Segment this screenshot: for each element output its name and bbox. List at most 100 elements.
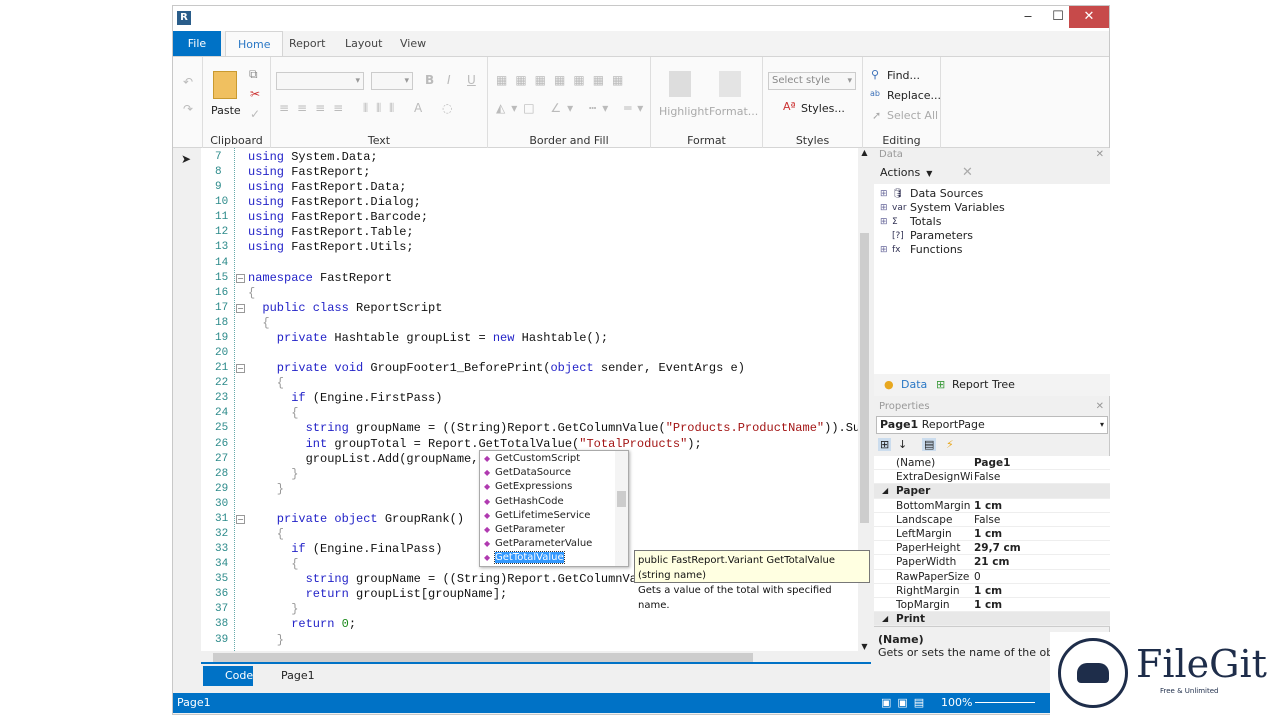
code-token: FastReport.Barcode; [284, 210, 429, 225]
format-painter-icon[interactable]: ✓ [250, 107, 260, 121]
data-tree-item[interactable]: [?] Parameters [874, 229, 1110, 243]
code-token: (Engine.FirstPass) [305, 391, 443, 406]
cut-icon[interactable]: ✂ [250, 87, 260, 101]
fold-toggle-icon[interactable]: − [236, 514, 245, 524]
undo-icon[interactable]: ↶ [183, 75, 193, 89]
fill-icons[interactable]: ◭▾□ ∠▾ ┅▾ ═▾ [496, 101, 649, 115]
property-row[interactable]: ExtraDesignWidthFalse [874, 470, 1110, 485]
data-tree-item[interactable]: ⊞ fx Functions [874, 243, 1110, 257]
bold-button[interactable]: B [425, 73, 434, 87]
data-tree-item[interactable]: ⊞ 🛢 Data Sources [874, 187, 1110, 201]
find-button[interactable]: Find... [887, 69, 920, 82]
line-number: 15 [215, 271, 229, 284]
events-icon[interactable]: ⚡ [946, 438, 954, 451]
autocomplete-item[interactable]: GetParameter [480, 523, 617, 537]
actions-dropdown[interactable]: Actions [880, 166, 920, 179]
line-number: 31 [215, 512, 229, 525]
styles-button[interactable]: Styles... [801, 102, 845, 115]
style-select[interactable]: Select style [768, 72, 856, 90]
property-row[interactable]: BottomMargin 1 cm [874, 499, 1110, 513]
italic-button[interactable]: I [447, 73, 451, 87]
expand-icon[interactable]: ⊞ [880, 215, 888, 229]
horizontal-scroll-thumb[interactable] [213, 653, 753, 662]
tab-report-tree[interactable]: Report Tree [952, 374, 1015, 396]
border-icons[interactable]: ▦▦▦▦▦▦▦ [496, 73, 631, 87]
property-row[interactable]: PaperHeight 29,7 cm [874, 541, 1110, 556]
object-selector[interactable]: Page1 ReportPage ▾ [876, 416, 1108, 434]
autocomplete-item[interactable]: GetParameterValue [480, 537, 617, 551]
code-token: { [248, 557, 299, 572]
tab-file[interactable]: File [173, 31, 221, 56]
paste-button[interactable]: Paste [211, 104, 241, 117]
tab-view[interactable]: View [388, 31, 438, 56]
tree-item-icon: fx [892, 245, 901, 255]
autocomplete-item[interactable]: GetCustomScript [480, 452, 617, 466]
signature-tooltip: public FastReport.Variant GetTotalValue … [634, 550, 870, 611]
zoom-slider[interactable] [975, 702, 1035, 703]
property-row[interactable]: RightMargin 1 cm [874, 584, 1110, 598]
property-category[interactable]: ◢ Print [874, 612, 1110, 626]
property-row[interactable]: RawPaperSize 0 [874, 570, 1110, 584]
replace-button[interactable]: Replace... [887, 89, 941, 102]
align-icons[interactable]: ≡≡≡≡ ⫴⫴⫴ A ◌ [279, 101, 460, 116]
tab-data[interactable]: Data [901, 374, 927, 396]
line-number: 38 [215, 618, 229, 631]
autocomplete-item[interactable]: GetLifetimeService [480, 509, 617, 523]
property-grid[interactable]: (Name)Page1ExtraDesignWidthFalse◢PaperBo… [874, 456, 1110, 626]
data-tree-item[interactable]: ⊞ Σ Totals [874, 215, 1110, 229]
right-panel: Data ✕ Actions ▼ ✕ ⊞ 🛢 Data Sources ⊞ var Syste… [874, 148, 1110, 695]
paste-icon[interactable] [213, 71, 237, 99]
toolbox-strip: ➤ [173, 148, 201, 688]
property-row[interactable]: Landscape False [874, 513, 1110, 527]
categorized-icon[interactable]: ⊞ [878, 438, 892, 451]
code-token: FastReport.Dialog; [284, 195, 421, 210]
sort-alpha-icon[interactable]: ↓ [898, 438, 907, 451]
close-panel-icon[interactable]: ✕ [1096, 148, 1104, 162]
properties-icon[interactable]: ▤ [922, 438, 937, 451]
redo-icon[interactable]: ↷ [183, 102, 193, 116]
autocomplete-item[interactable]: GetDataSource [480, 466, 617, 480]
fold-toggle-icon[interactable]: − [236, 364, 245, 374]
delete-icon[interactable]: ✕ [962, 162, 973, 184]
expand-icon[interactable]: ⊞ [880, 243, 888, 257]
autocomplete-item[interactable]: GetTotalValue [480, 551, 617, 566]
code-token: sender, EventArgs e) [593, 361, 745, 376]
copy-icon[interactable]: ⧉ [249, 67, 258, 82]
close-button[interactable]: ✕ [1069, 6, 1109, 28]
code-token: FastReport.Utils; [284, 240, 414, 255]
property-row[interactable]: (Name) Page1 [874, 456, 1110, 471]
font-name-combo[interactable] [276, 72, 364, 90]
code-token: GroupRank() [377, 511, 465, 526]
tab-home[interactable]: Home [225, 31, 284, 56]
view-mode-icons[interactable]: ▣▣▤ [881, 693, 930, 713]
expand-icon[interactable]: ⊞ [880, 187, 888, 201]
tab-layout[interactable]: Layout [333, 31, 394, 56]
tab-page1[interactable]: Page1 [263, 666, 315, 686]
horizontal-scrollbar[interactable] [201, 651, 871, 664]
font-size-combo[interactable] [371, 72, 413, 90]
property-row[interactable]: PaperWidth 21 cm [874, 555, 1110, 570]
autocomplete-scrollbar[interactable] [615, 451, 628, 566]
pointer-tool-icon[interactable]: ➤ [181, 152, 191, 166]
data-tree-item[interactable]: ⊞ var System Variables [874, 201, 1110, 215]
underline-button[interactable]: U [467, 73, 476, 87]
close-panel-icon[interactable]: ✕ [1096, 400, 1104, 414]
autocomplete-item[interactable]: GetHashCode [480, 495, 617, 509]
autocomplete-item[interactable]: GetExpressions [480, 480, 617, 494]
code-token: new [492, 330, 515, 345]
fold-toggle-icon[interactable]: − [236, 303, 245, 313]
property-category[interactable]: ◢ Paper [874, 484, 1110, 499]
expand-icon[interactable]: ⊞ [880, 201, 888, 215]
select-all-button[interactable]: Select All [887, 109, 938, 122]
code-token: ReportScript [348, 300, 443, 315]
vertical-scroll-thumb[interactable] [860, 233, 869, 523]
property-row[interactable]: LeftMargin 1 cm [874, 527, 1110, 542]
highlight-button[interactable]: Highlight [659, 105, 709, 118]
tab-code[interactable]: Code [203, 666, 253, 686]
tab-report[interactable]: Report [277, 31, 337, 56]
tree-item-icon: [?] [892, 231, 904, 241]
minimize-button[interactable]: ‒ [1011, 6, 1045, 28]
fold-toggle-icon[interactable]: − [236, 273, 245, 283]
format-button[interactable]: Format... [709, 105, 758, 118]
property-row[interactable]: TopMargin 1 cm [874, 598, 1110, 613]
